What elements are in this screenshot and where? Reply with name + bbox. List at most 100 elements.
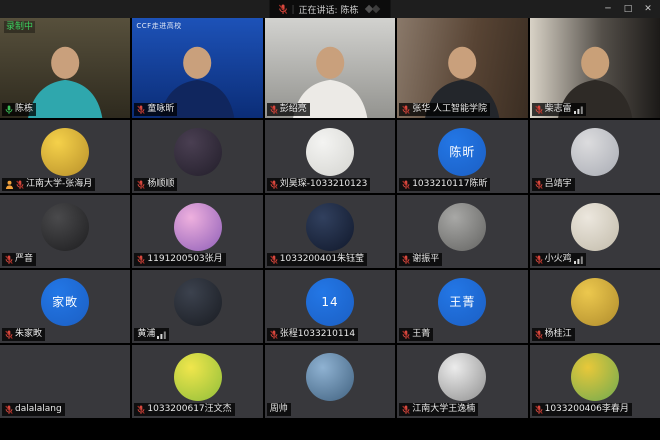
name-label: 江南大学-张海月	[2, 178, 95, 191]
avatar-area	[0, 120, 130, 183]
participant-name: 江南大学-张海月	[26, 178, 92, 191]
avatar-text: 14	[321, 295, 338, 309]
maximize-button[interactable]: □	[618, 1, 638, 18]
avatar-area	[132, 120, 262, 183]
muted-mic-icon	[279, 4, 288, 15]
participant-name: 刘昊琛-1033210123	[280, 178, 368, 191]
participant-name: 童咏昕	[147, 103, 174, 116]
signal-bars-icon	[574, 256, 583, 264]
avatar-area	[265, 345, 395, 408]
participant-tile-4[interactable]: 张华 人工智能学院	[397, 18, 527, 118]
name-label: 杨顺顺	[134, 178, 177, 191]
speaking-indicator: 正在讲话: 陈栋	[270, 0, 391, 18]
avatar	[438, 203, 486, 251]
avatar	[174, 278, 222, 326]
participant-tile-22[interactable]: 1033200617汪文杰	[132, 345, 262, 418]
participant-name: 杨桂江	[545, 328, 572, 341]
avatar-area	[132, 195, 262, 258]
participant-tile-20[interactable]: 杨桂江	[530, 270, 660, 343]
participant-tile-6[interactable]: 江南大学-张海月	[0, 120, 130, 193]
name-label: 1033210117陈昕	[399, 178, 490, 191]
mic-muted-icon	[270, 330, 278, 340]
participant-tile-18[interactable]: 14 张程1033210114	[265, 270, 395, 343]
participant-tile-21[interactable]: dalalalang	[0, 345, 130, 418]
mic-muted-icon	[270, 105, 278, 115]
participant-tile-12[interactable]: 1191200503张月	[132, 195, 262, 268]
minimize-button[interactable]: ─	[598, 1, 618, 18]
avatar-area	[0, 195, 130, 258]
signal-bars-icon	[574, 106, 583, 114]
name-label: 1191200503张月	[134, 253, 225, 266]
participant-name: 黄浦	[137, 328, 155, 341]
participant-tile-17[interactable]: 黄浦	[132, 270, 262, 343]
avatar: 陈昕	[438, 128, 486, 176]
mic-muted-icon	[402, 330, 410, 340]
name-label: 1033200617汪文杰	[134, 403, 234, 416]
participant-tile-23[interactable]: 周帅	[265, 345, 395, 418]
participant-name: 张程1033210114	[280, 328, 355, 341]
participant-tile-9[interactable]: 陈昕 1033210117陈昕	[397, 120, 527, 193]
avatar	[174, 128, 222, 176]
participant-tile-15[interactable]: 小火鸡	[530, 195, 660, 268]
avatar	[306, 353, 354, 401]
participant-tile-19[interactable]: 王菁王菁	[397, 270, 527, 343]
avatar-text: 家畋	[52, 293, 78, 310]
participant-tile-8[interactable]: 刘昊琛-1033210123	[265, 120, 395, 193]
avatar-area	[397, 195, 527, 258]
avatar-area	[265, 120, 395, 183]
avatar	[174, 353, 222, 401]
name-label: 童咏昕	[134, 103, 177, 116]
participant-name: 谢振平	[412, 253, 439, 266]
participant-name: 周帅	[270, 403, 288, 416]
avatar: 家畋	[41, 278, 89, 326]
close-button[interactable]: ✕	[638, 1, 658, 18]
name-label: 1033200401朱钰莹	[267, 253, 367, 266]
avatar	[571, 278, 619, 326]
participant-name: 1033200401朱钰莹	[280, 253, 364, 266]
mic-muted-icon	[270, 180, 278, 190]
avatar	[306, 128, 354, 176]
name-label: 小火鸡	[532, 253, 586, 266]
avatar-text: 王菁	[449, 293, 475, 310]
name-label: 杨桂江	[532, 328, 575, 341]
participant-name: 1033200617汪文杰	[147, 403, 231, 416]
avatar-area	[397, 345, 527, 408]
participant-tile-24[interactable]: 江南大学王逸楠	[397, 345, 527, 418]
mic-muted-icon	[5, 330, 13, 340]
participant-tile-14[interactable]: 谢振平	[397, 195, 527, 268]
participant-name: 1033200406李春月	[545, 403, 629, 416]
participant-name: 杨顺顺	[147, 178, 174, 191]
participant-tile-1[interactable]: 陈栋	[0, 18, 130, 118]
name-label: 柴志雷	[532, 103, 586, 116]
avatar-area	[530, 120, 660, 183]
avatar	[174, 203, 222, 251]
avatar-area	[530, 270, 660, 333]
mic-muted-icon	[137, 405, 145, 415]
divider	[293, 5, 294, 14]
participant-tile-13[interactable]: 1033200401朱钰莹	[265, 195, 395, 268]
avatar	[41, 203, 89, 251]
name-label: 周帅	[267, 403, 291, 416]
participant-tile-25[interactable]: 1033200406李春月	[530, 345, 660, 418]
mic-muted-icon	[5, 255, 13, 265]
meeting-window: 正在讲话: 陈栋 ─ □ ✕ 录制中 陈栋CCF走进高校童咏昕彭绍亮张华 人工智…	[0, 0, 660, 440]
participant-tile-7[interactable]: 杨顺顺	[132, 120, 262, 193]
participant-tile-16[interactable]: 家畋朱家畋	[0, 270, 130, 343]
avatar	[41, 128, 89, 176]
mic-muted-icon	[137, 180, 145, 190]
participant-tile-5[interactable]: 柴志雷	[530, 18, 660, 118]
name-label: 吕靖宇	[532, 178, 575, 191]
avatar-area	[530, 345, 660, 408]
participant-tile-2[interactable]: CCF走进高校童咏昕	[132, 18, 262, 118]
name-label: 黄浦	[134, 328, 169, 341]
avatar-area	[132, 270, 262, 333]
mic-muted-icon	[270, 255, 278, 265]
participant-tile-10[interactable]: 吕靖宇	[530, 120, 660, 193]
participant-tile-3[interactable]: 彭绍亮	[265, 18, 395, 118]
participant-tile-11[interactable]: 严音	[0, 195, 130, 268]
avatar	[571, 203, 619, 251]
window-controls: ─ □ ✕	[598, 0, 658, 18]
participant-name: 小火鸡	[545, 253, 572, 266]
participant-name: 吕靖宇	[545, 178, 572, 191]
participant-name: dalalalang	[15, 403, 62, 416]
